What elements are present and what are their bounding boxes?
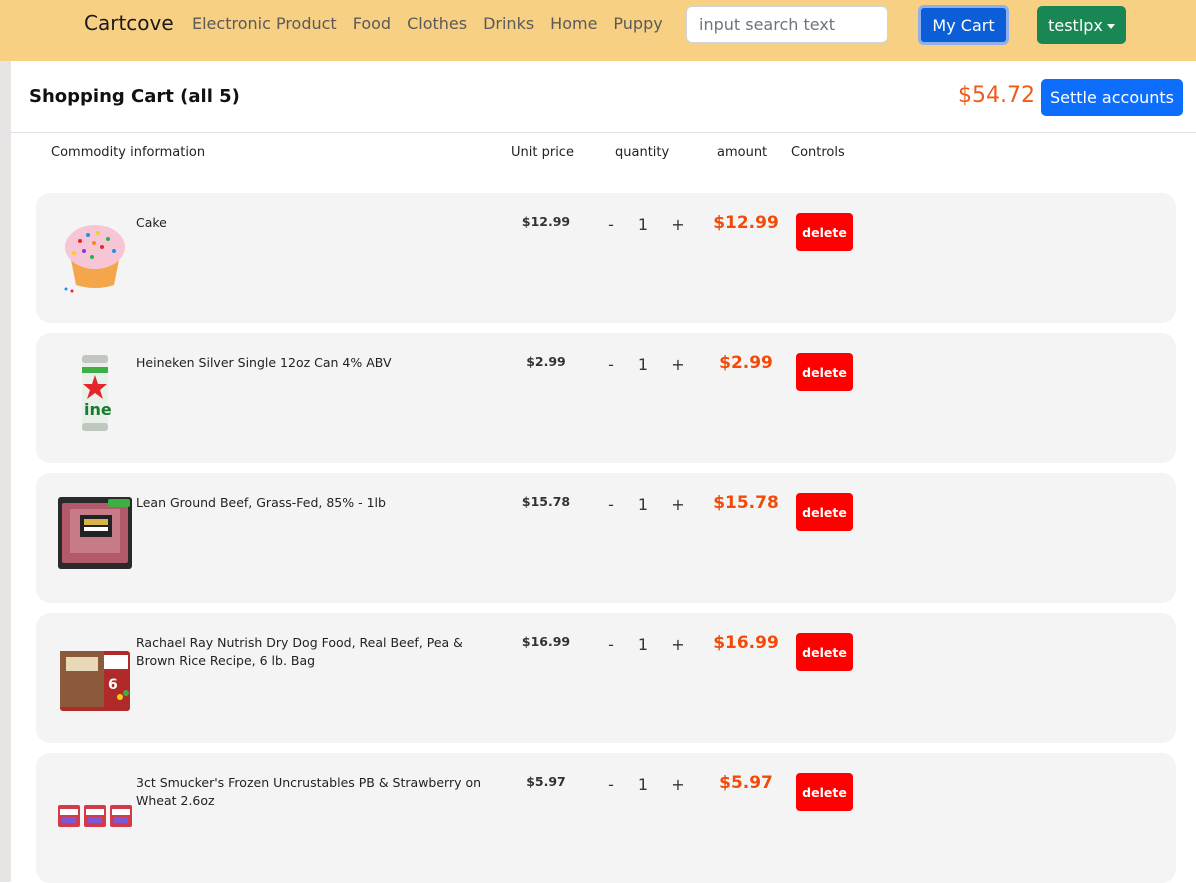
uncrustables-image (58, 805, 132, 827)
cupcake-image (64, 225, 125, 293)
cart-item-row: Lean Ground Beef, Grass-Fed, 85% - 1lb $… (36, 473, 1176, 603)
item-unit-price: $2.99 (526, 354, 566, 369)
nav-link-home[interactable]: Home (550, 14, 597, 33)
dog-food-bag-image: 6 (60, 651, 130, 711)
item-quantity: 1 (637, 635, 649, 654)
ground-beef-image (58, 497, 132, 569)
decrease-quantity-button[interactable]: - (603, 355, 619, 374)
increase-quantity-button[interactable]: + (670, 495, 686, 514)
increase-quantity-button[interactable]: + (670, 775, 686, 794)
item-quantity: 1 (637, 355, 649, 374)
item-name: Rachael Ray Nutrish Dry Dog Food, Real B… (136, 635, 463, 668)
item-quantity: 1 (637, 775, 649, 794)
user-name-label: testlpx (1048, 15, 1103, 35)
item-name: Heineken Silver Single 12oz Can 4% ABV (136, 355, 392, 370)
decrease-quantity-button[interactable]: - (603, 215, 619, 234)
nav-link-electronic-product[interactable]: Electronic Product (192, 14, 337, 33)
delete-item-button[interactable]: delete (796, 353, 853, 391)
delete-item-button[interactable]: delete (796, 773, 853, 811)
item-amount: $16.99 (713, 633, 779, 653)
column-header-amount: amount (717, 145, 768, 160)
svg-text:6: 6 (108, 677, 118, 693)
item-amount: $5.97 (719, 773, 773, 793)
cart-item-row: 6 Rachael Ray Nutrish Dry Dog Food, Real… (36, 613, 1176, 743)
my-cart-button[interactable]: My Cart (918, 5, 1009, 45)
item-name: 3ct Smucker's Frozen Uncrustables PB & S… (136, 775, 482, 808)
left-scroll-strip (0, 61, 11, 882)
decrease-quantity-button[interactable]: - (603, 495, 619, 514)
delete-item-button[interactable]: delete (796, 213, 853, 251)
item-amount: $2.99 (719, 353, 773, 373)
item-unit-price: $12.99 (521, 214, 571, 229)
user-menu-button[interactable]: testlpx (1037, 6, 1126, 44)
item-unit-price: $5.97 (526, 774, 566, 789)
item-name: Lean Ground Beef, Grass-Fed, 85% - 1lb (136, 495, 386, 510)
column-header-commodity-info: Commodity information (51, 145, 206, 160)
svg-text:ine: ine (84, 400, 112, 419)
nav-link-puppy[interactable]: Puppy (613, 14, 662, 33)
item-amount: $12.99 (713, 213, 779, 233)
item-name: Cake (136, 215, 167, 230)
column-header-unit-price: Unit price (511, 145, 574, 160)
delete-item-button[interactable]: delete (796, 493, 853, 531)
cart-header: Shopping Cart (all 5) $54.72 Settle acco… (11, 61, 1196, 133)
nav-link-drinks[interactable]: Drinks (483, 14, 534, 33)
cart-total: $54.72 (958, 83, 1035, 108)
increase-quantity-button[interactable]: + (670, 215, 686, 234)
item-quantity: 1 (637, 215, 649, 234)
increase-quantity-button[interactable]: + (670, 635, 686, 654)
delete-item-button[interactable]: delete (796, 633, 853, 671)
brand-logo[interactable]: Cartcove (84, 11, 174, 35)
settle-accounts-button[interactable]: Settle accounts (1041, 79, 1183, 116)
cart-item-row: Cake $12.99 - 1 + $12.99 delete (36, 193, 1176, 323)
cart-item-row: ine Heineken Silver Single 12oz Can 4% A… (36, 333, 1176, 463)
item-unit-price: $16.99 (521, 634, 571, 649)
increase-quantity-button[interactable]: + (670, 355, 686, 374)
decrease-quantity-button[interactable]: - (603, 635, 619, 654)
cart-title: Shopping Cart (all 5) (29, 86, 240, 107)
caret-down-icon (1106, 23, 1115, 29)
nav-link-food[interactable]: Food (353, 14, 391, 33)
item-unit-price: $15.78 (521, 494, 571, 509)
item-amount: $15.78 (713, 493, 779, 513)
nav-link-clothes[interactable]: Clothes (407, 14, 467, 33)
column-header-quantity: quantity (615, 145, 670, 160)
beer-can-image: ine (82, 355, 112, 431)
column-header-controls: Controls (791, 145, 845, 160)
search-input[interactable] (686, 6, 888, 43)
nav-links: Electronic Product Food Clothes Drinks H… (192, 14, 679, 33)
cart-item-row: 3ct Smucker's Frozen Uncrustables PB & S… (36, 753, 1176, 883)
item-quantity: 1 (637, 495, 649, 514)
top-navbar: Cartcove Electronic Product Food Clothes… (0, 0, 1196, 61)
decrease-quantity-button[interactable]: - (603, 775, 619, 794)
